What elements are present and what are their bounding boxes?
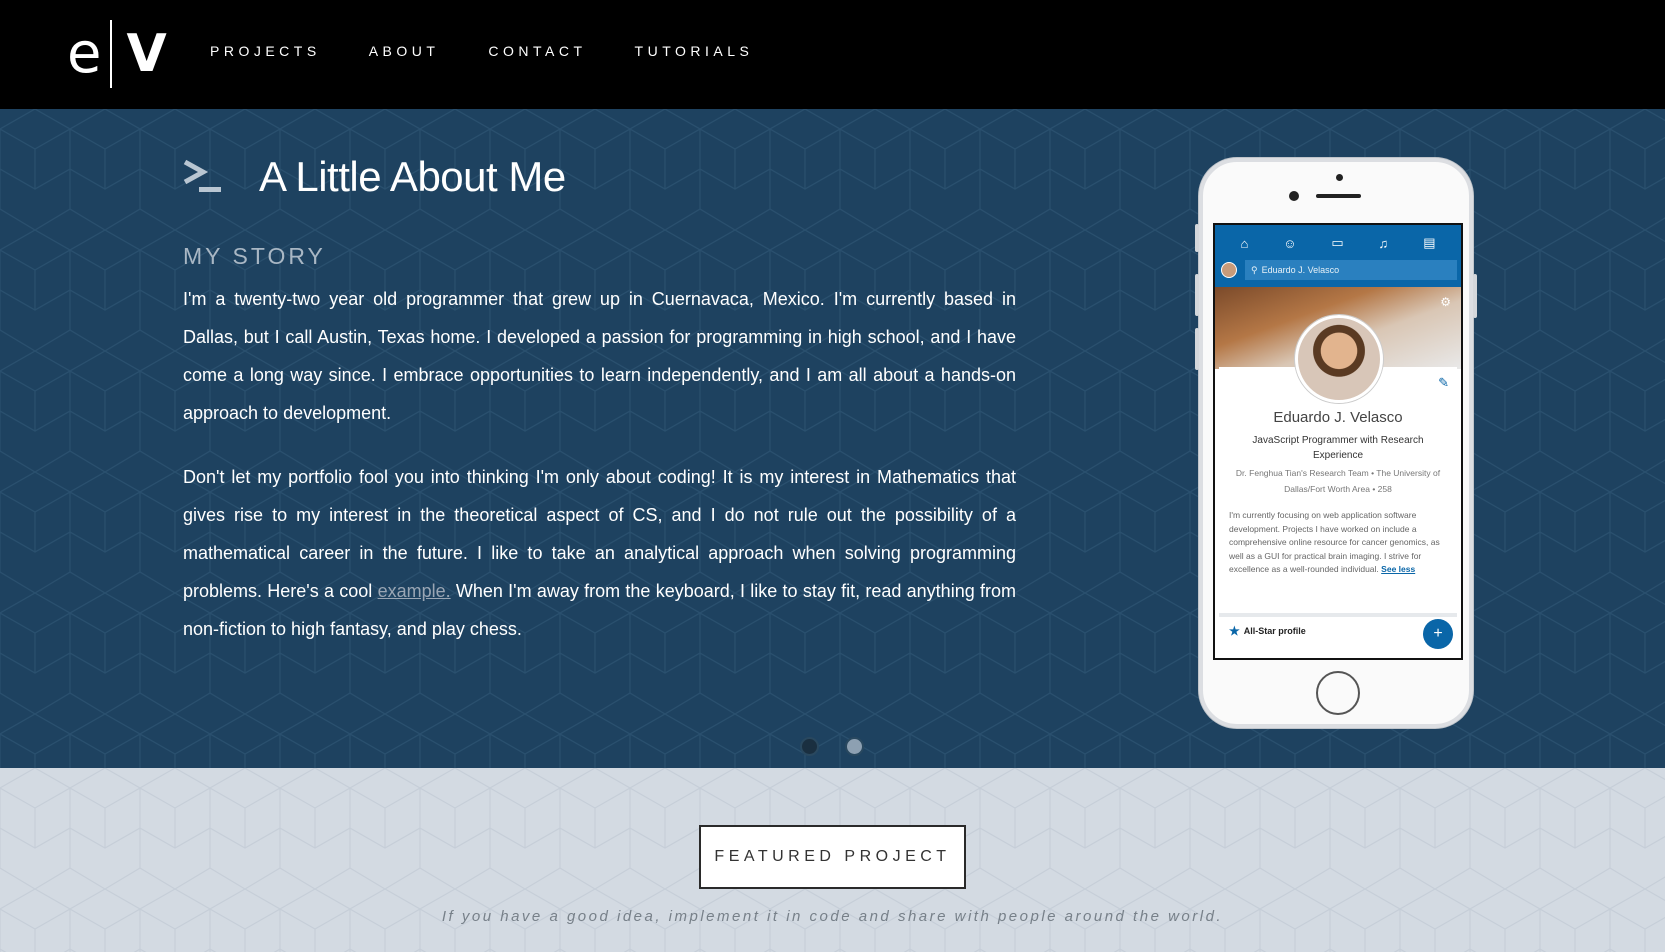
phone-sensor <box>1336 174 1343 181</box>
about-section: A Little About Me MY STORY I'm a twenty-… <box>0 109 1665 768</box>
profile-avatar <box>1295 315 1383 403</box>
phone-volume-up-button <box>1195 274 1199 316</box>
phone-power-button <box>1473 274 1477 318</box>
story-paragraph-1: I'm a twenty-two year old programmer tha… <box>183 289 1016 423</box>
add-fab-button: + <box>1423 619 1453 649</box>
phone-mute-button <box>1195 224 1199 252</box>
linkedin-search-box: ⚲ Eduardo J. Velasco <box>1245 260 1457 280</box>
phone-volume-down-button <box>1195 328 1199 370</box>
nav-about-link[interactable]: ABOUT <box>369 43 440 59</box>
phone-mockup: ⌂ ☺ ▭ ♫ ▤ ⚲ Eduardo J. Velasco ⚙ ✎ Eduard… <box>1195 158 1477 728</box>
carousel-dot-1[interactable] <box>800 737 819 756</box>
carousel-dots <box>800 737 890 756</box>
featured-section: FEATURED PROJECT If you have a good idea… <box>0 768 1665 952</box>
phone-screen: ⌂ ☺ ▭ ♫ ▤ ⚲ Eduardo J. Velasco ⚙ ✎ Eduard… <box>1213 223 1463 660</box>
profile-card: ✎ Eduardo J. Velasco JavaScript Programm… <box>1219 315 1457 599</box>
edit-pencil-icon: ✎ <box>1438 375 1449 390</box>
terminal-prompt-icon <box>183 159 221 192</box>
profile-name: Eduardo J. Velasco <box>1273 409 1403 426</box>
example-link[interactable]: example. <box>378 581 451 601</box>
phone-camera <box>1289 191 1299 201</box>
main-menu: PROJECTS ABOUT CONTACT TUTORIALS <box>210 43 801 59</box>
avatar-small <box>1221 262 1237 278</box>
star-icon: ★ <box>1229 624 1240 638</box>
see-less-link: See less <box>1381 564 1416 574</box>
story-text: I'm a twenty-two year old programmer tha… <box>183 280 1016 674</box>
top-navbar: e V PROJECTS ABOUT CONTACT TUTORIALS <box>0 0 1665 109</box>
story-heading: MY STORY <box>183 243 326 269</box>
linkedin-search: ⚲ Eduardo J. Velasco <box>1221 259 1457 281</box>
logo-divider <box>110 20 113 88</box>
logo-letter-e: e <box>67 21 101 86</box>
linkedin-header: ⌂ ☺ ▭ ♫ ▤ ⚲ Eduardo J. Velasco <box>1215 225 1461 287</box>
nav-contact-link[interactable]: CONTACT <box>488 43 586 59</box>
about-header: A Little About Me <box>183 153 566 201</box>
page-title: A Little About Me <box>259 153 566 200</box>
profile-description: I'm currently focusing on web applicatio… <box>1229 509 1447 577</box>
story-paragraph-2: Don't let my portfolio fool you into thi… <box>183 458 1016 648</box>
logo-letter-v: V <box>126 24 167 84</box>
tagline-quote: If you have a good idea, implement it in… <box>441 908 1224 925</box>
featured-project-button[interactable]: FEATURED PROJECT <box>699 825 966 889</box>
search-icon: ⚲ <box>1251 264 1258 275</box>
nav-projects-link[interactable]: PROJECTS <box>210 43 321 59</box>
gear-icon: ⚙ <box>1440 295 1451 309</box>
search-text: Eduardo J. Velasco <box>1261 265 1340 275</box>
linkedin-tab-bar: ⌂ ☺ ▭ ♫ ▤ <box>1215 225 1461 255</box>
messaging-icon: ▭ <box>1331 235 1344 250</box>
notifications-icon: ♫ <box>1378 235 1389 251</box>
profile-role: JavaScript Programmer with Research Expe… <box>1252 435 1424 461</box>
nav-tutorials-link[interactable]: TUTORIALS <box>635 43 754 59</box>
all-star-label: All-Star profile <box>1243 626 1306 636</box>
profile-meta: Dr. Fenghua Tian's Research Team • The U… <box>1235 468 1441 494</box>
jobs-icon: ▤ <box>1423 235 1436 250</box>
all-star-badge: ★ All-Star profile <box>1219 613 1457 645</box>
site-logo[interactable]: e V <box>67 20 167 88</box>
phone-home-button <box>1316 671 1360 715</box>
phone-speaker <box>1316 194 1361 198</box>
carousel-dot-2[interactable] <box>845 737 864 756</box>
home-icon: ⌂ <box>1240 235 1249 251</box>
network-icon: ☺ <box>1283 235 1297 251</box>
